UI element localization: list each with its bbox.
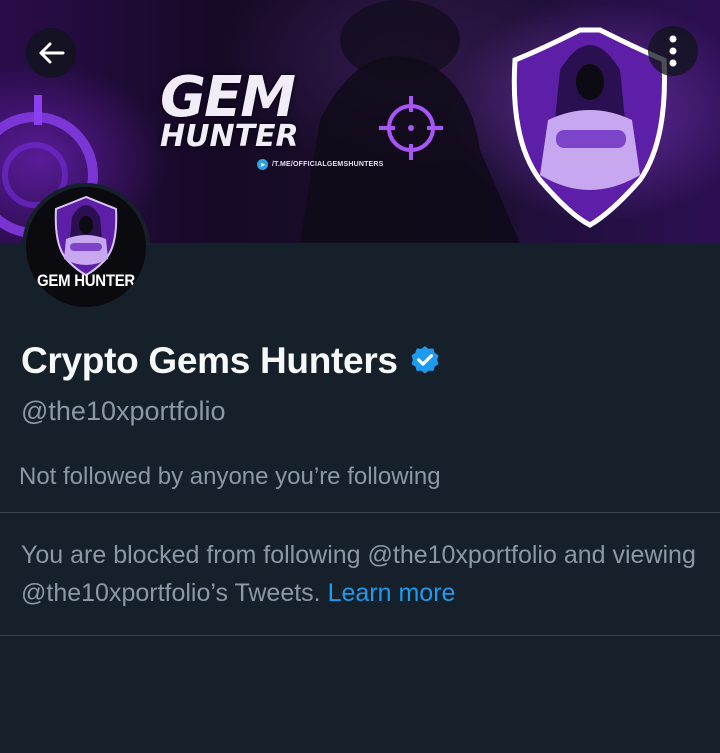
profile-name: Crypto Gems Hunters	[21, 340, 398, 381]
banner-logo-text: GEM HUNTER	[160, 70, 299, 152]
blocked-notice: You are blocked from following @the10xpo…	[21, 536, 711, 612]
banner-title-line2: HUNTER	[160, 119, 299, 154]
profile-name-row: Crypto Gems Hunters	[21, 340, 442, 382]
profile-handle: @the10xportfolio	[21, 396, 226, 426]
banner-telegram-link: ➤ /T.ME/OFFICIALGEMSHUNTERS	[257, 159, 384, 170]
arrow-left-icon	[39, 42, 65, 64]
avatar-image: GEM HUNTER	[26, 187, 146, 307]
followers-you-know-note[interactable]: Not followed by anyone you’re following	[19, 463, 441, 491]
avatar-label: GEM HUNTER	[37, 271, 135, 290]
banner-telegram-text: /T.ME/OFFICIALGEMSHUNTERS	[272, 161, 384, 168]
verified-badge-icon[interactable]	[408, 344, 442, 378]
divider	[0, 635, 720, 636]
more-vertical-icon	[669, 35, 677, 67]
divider	[0, 512, 720, 513]
avatar[interactable]: GEM HUNTER	[22, 183, 150, 311]
telegram-icon: ➤	[257, 159, 268, 170]
more-options-button[interactable]	[648, 26, 698, 76]
back-button[interactable]	[26, 28, 76, 78]
banner-title-line1: GEM	[160, 65, 296, 130]
learn-more-link[interactable]: Learn more	[328, 579, 456, 607]
